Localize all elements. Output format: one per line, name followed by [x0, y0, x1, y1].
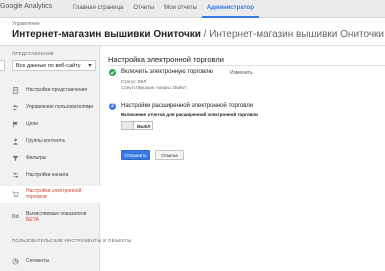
toggle-knob — [122, 122, 134, 129]
ecommerce-settings-panel: Настройка электронной торговли Включить … — [100, 46, 385, 271]
document-icon — [12, 87, 19, 94]
property-view-path[interactable]: / Интернет-магазин вышивки Ониточки / Вс… — [201, 29, 385, 40]
chevron-down-icon — [88, 64, 92, 67]
sidebar-item-ecommerce-settings[interactable]: Настройки электронной торговли — [0, 186, 101, 203]
users-icon — [12, 104, 18, 111]
submit-button[interactable]: Отправить — [121, 150, 150, 160]
beta-badge: БЕТА — [26, 216, 39, 223]
page-title: Интернет-магазин вышивки Ониточки / Инте… — [12, 29, 385, 40]
view-selector[interactable]: Все данные по веб-сайту — [12, 60, 96, 71]
sidebar-item-goals[interactable]: Цели — [0, 116, 100, 133]
related-products-status: Сопутствующие товары: ВЫКЛ — [121, 85, 186, 90]
breadcrumb-label: Управление — [12, 21, 40, 27]
calc-icon: Dd — [12, 214, 19, 220]
sidebar-item-channel-settings[interactable]: Настройки канала — [0, 167, 100, 184]
nav-my-reports[interactable]: Мои отчеты — [159, 0, 202, 18]
sidebar-item-calculated-metrics[interactable]: Dd Вычисляемые показатели БЕТА — [0, 210, 100, 227]
top-bar: Google Analytics Главная страница Отчеты… — [0, 0, 385, 18]
sidebar-item-content-groups[interactable]: Группы контента — [0, 133, 100, 150]
sliders-icon — [12, 172, 19, 178]
sidebar-item-filters[interactable]: Фильтры — [0, 150, 100, 167]
sidebar-section-view: ПРЕДСТАВЛЕНИЕ — [12, 51, 54, 56]
sidebar-item-label: Цели — [26, 121, 39, 127]
step2-number: 2 — [109, 103, 116, 110]
filter-icon — [12, 155, 19, 162]
sidebar-item-label: Настройки электронной торговли — [26, 188, 82, 200]
step2-title: Настройки расширенной электронной торгов… — [121, 103, 254, 109]
view-selector-value: Все данные по веб-сайту — [16, 63, 81, 69]
sidebar-item-label: Сегменты — [26, 258, 50, 264]
main-nav: Главная страница Отчеты Мои отчеты Админ… — [68, 0, 259, 18]
sidebar-item-label: Настройки канала — [26, 172, 69, 178]
toggle-state: ВЫКЛ — [137, 123, 151, 129]
sidebar-item-label: Фильтры — [26, 155, 47, 161]
step1-title: Включить электронную торговлю — [121, 69, 214, 75]
nav-reports[interactable]: Отчеты — [128, 0, 159, 18]
column-collapse-handle[interactable] — [0, 60, 5, 71]
sidebar-item-view-settings[interactable]: Настройки представления — [0, 82, 100, 99]
segment-icon — [12, 258, 19, 265]
sidebar-item-segments[interactable]: Сегменты — [0, 253, 100, 270]
sidebar-item-label-wrap: Вычисляемые показатели БЕТА — [26, 211, 86, 223]
panel-title: Настройка электронной торговли — [108, 55, 224, 64]
checkmark-icon — [109, 69, 116, 76]
edit-link[interactable]: Изменить — [230, 70, 253, 76]
panel-divider — [108, 65, 385, 66]
enhanced-ecommerce-toggle[interactable]: ВЫКЛ — [121, 121, 153, 130]
nav-admin[interactable]: Администратор — [201, 0, 259, 18]
nav-home[interactable]: Главная страница — [68, 0, 128, 18]
ecommerce-status: Статус: ВКЛ — [121, 79, 147, 84]
enhanced-reports-label: Включение отчетов для расширенной электр… — [121, 112, 258, 117]
brand-logo[interactable]: Google Analytics — [0, 3, 52, 10]
sidebar-item-user-management[interactable]: Управление пользователями — [0, 99, 100, 116]
sidebar-item-label: Настройки представления — [26, 87, 87, 93]
account-name[interactable]: Интернет-магазин вышивки Ониточки — [12, 29, 201, 40]
sidebar-item-label: Управление пользователями — [26, 104, 94, 110]
cart-icon — [12, 191, 19, 198]
person-icon — [12, 138, 19, 145]
flag-icon — [12, 121, 18, 128]
cancel-button[interactable]: Отмена — [155, 150, 184, 160]
sidebar-item-label: Группы контента — [26, 138, 65, 144]
